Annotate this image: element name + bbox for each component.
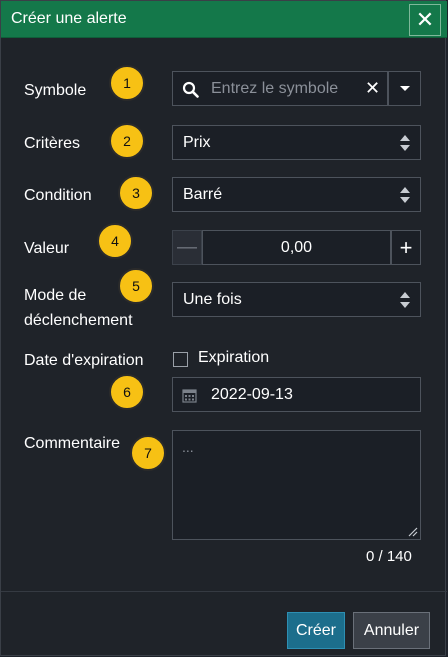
sort-arrows-icon bbox=[400, 292, 410, 308]
value-input[interactable]: 0,00 bbox=[202, 230, 391, 265]
decrement-button[interactable]: — bbox=[172, 230, 202, 265]
expiration-date-value: 2022-09-13 bbox=[211, 386, 293, 403]
create-alert-dialog: Créer une alerte ✕ Symbole Entrez le sym… bbox=[0, 0, 447, 656]
sort-arrows-icon bbox=[400, 135, 410, 151]
clear-icon[interactable]: ✕ bbox=[365, 78, 380, 99]
calendar-icon bbox=[182, 389, 197, 403]
symbol-input[interactable]: Entrez le symbole ✕ bbox=[172, 71, 388, 106]
increment-button[interactable]: + bbox=[391, 230, 421, 265]
comment-textarea[interactable]: ... bbox=[172, 430, 421, 540]
close-icon: ✕ bbox=[415, 7, 435, 32]
condition-select[interactable]: Barré bbox=[172, 177, 421, 212]
criteria-label: Critères bbox=[24, 135, 81, 152]
condition-label: Condition bbox=[24, 187, 92, 204]
cancel-button[interactable]: Annuler bbox=[353, 612, 430, 649]
step-badge-4: 4 bbox=[97, 223, 133, 259]
footer-divider bbox=[1, 591, 447, 592]
step-badge-1: 1 bbox=[109, 65, 145, 101]
expiration-date-label: Date d'expiration bbox=[24, 352, 144, 369]
criteria-select[interactable]: Prix bbox=[172, 125, 421, 160]
trigger-mode-value: Une fois bbox=[183, 291, 242, 308]
comment-placeholder: ... bbox=[182, 439, 194, 455]
character-counter: 0 / 140 bbox=[366, 548, 412, 565]
symbol-placeholder: Entrez le symbole bbox=[211, 80, 339, 97]
step-badge-2: 2 bbox=[109, 123, 145, 159]
minus-icon: — bbox=[177, 236, 197, 258]
expiration-checkbox[interactable] bbox=[173, 352, 188, 367]
step-badge-5: 5 bbox=[118, 268, 154, 304]
sort-arrows-icon bbox=[400, 187, 410, 203]
comment-label: Commentaire bbox=[24, 435, 121, 452]
expiration-checkbox-label[interactable]: Expiration bbox=[198, 349, 269, 367]
step-badge-7: 7 bbox=[130, 435, 166, 471]
caret-down-icon bbox=[400, 86, 410, 91]
trigger-mode-select[interactable]: Une fois bbox=[172, 282, 421, 317]
trigger-mode-label-line2: déclenchement bbox=[24, 312, 133, 329]
symbol-dropdown-button[interactable] bbox=[388, 71, 421, 106]
value-label: Valeur bbox=[24, 240, 70, 257]
expiration-date-input[interactable]: 2022-09-13 bbox=[172, 377, 421, 412]
trigger-mode-label-line1: Mode de bbox=[24, 287, 87, 304]
resize-grip-icon[interactable] bbox=[408, 527, 418, 537]
step-badge-6: 6 bbox=[109, 374, 145, 410]
dialog-title: Créer une alerte bbox=[11, 10, 127, 27]
condition-value: Barré bbox=[183, 186, 223, 203]
step-badge-3: 3 bbox=[118, 175, 154, 211]
symbol-label: Symbole bbox=[24, 82, 87, 99]
criteria-value: Prix bbox=[183, 134, 211, 151]
dialog-titlebar: Créer une alerte ✕ bbox=[1, 1, 447, 38]
plus-icon: + bbox=[399, 234, 413, 260]
close-button[interactable]: ✕ bbox=[409, 4, 441, 36]
search-icon bbox=[182, 81, 199, 98]
create-button[interactable]: Créer bbox=[287, 612, 345, 649]
